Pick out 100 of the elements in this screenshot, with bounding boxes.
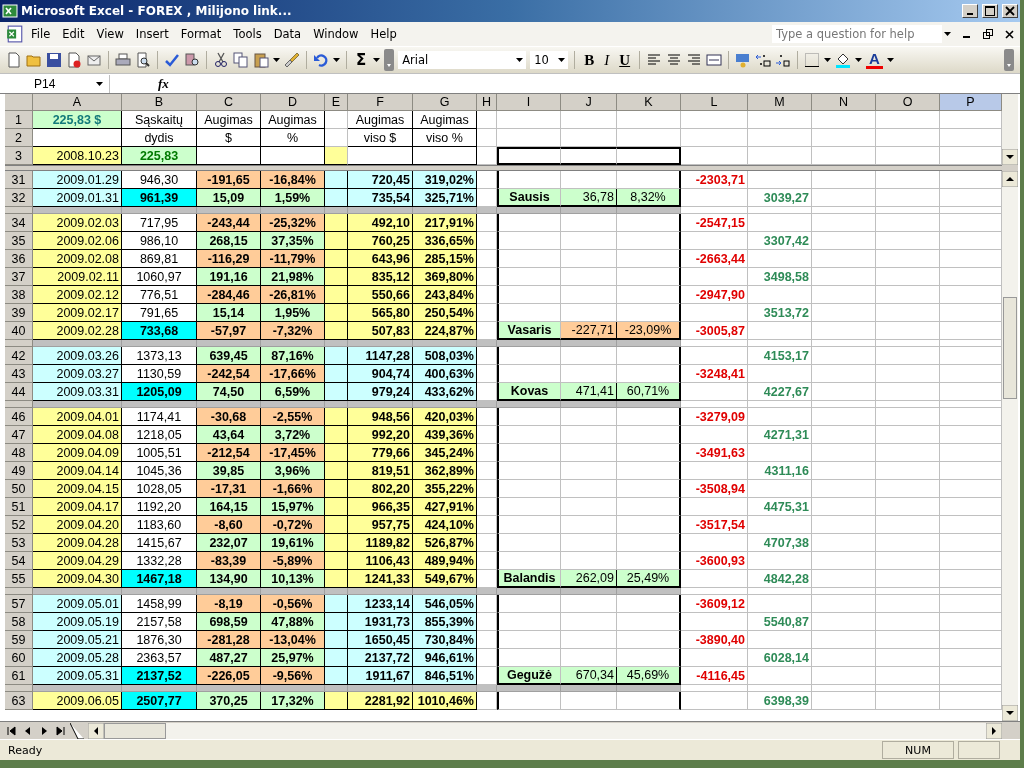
scroll-thumb[interactable] — [104, 722, 166, 739]
row-header[interactable]: 36 — [5, 250, 33, 268]
column-header[interactable]: H — [477, 94, 497, 111]
print-preview-icon[interactable] — [135, 52, 151, 68]
column-header[interactable]: A — [33, 94, 122, 111]
menu-item[interactable]: Data — [268, 25, 307, 43]
menu-item[interactable]: Tools — [228, 25, 267, 43]
column-header[interactable]: G — [413, 94, 477, 111]
document-lock-icon[interactable] — [66, 52, 82, 68]
menu-item[interactable]: Edit — [57, 25, 90, 43]
name-box[interactable]: P14 — [0, 74, 110, 93]
row-header[interactable]: 60 — [5, 649, 33, 667]
merge-center-icon[interactable] — [706, 52, 723, 68]
font-color-button[interactable]: A — [866, 51, 883, 69]
row-header[interactable]: 42 — [5, 347, 33, 365]
print-icon[interactable] — [115, 52, 131, 68]
menu-item[interactable]: View — [91, 25, 129, 43]
undo-icon[interactable] — [313, 52, 329, 68]
row-header[interactable]: 1 — [5, 111, 33, 129]
function-label[interactable]: fx — [158, 75, 169, 92]
caret-icon[interactable] — [824, 58, 832, 62]
row-header[interactable]: 35 — [5, 232, 33, 250]
align-left-icon[interactable] — [646, 52, 663, 68]
align-right-icon[interactable] — [686, 52, 703, 68]
caret-icon[interactable] — [373, 58, 381, 62]
scissors-icon[interactable] — [213, 52, 229, 68]
row-header[interactable]: 34 — [5, 214, 33, 232]
column-header[interactable]: O — [876, 94, 940, 111]
row-header[interactable]: 58 — [5, 613, 33, 631]
close-icon[interactable] — [1005, 29, 1014, 39]
column-header[interactable]: F — [348, 94, 413, 111]
close-button[interactable] — [1002, 4, 1018, 18]
caret-icon[interactable] — [855, 58, 863, 62]
row-header[interactable]: 46 — [5, 408, 33, 426]
row-header[interactable]: 51 — [5, 498, 33, 516]
vertical-scrollbar[interactable] — [1002, 171, 1018, 721]
sheet-tab[interactable] — [70, 722, 84, 739]
column-header[interactable]: E — [325, 94, 348, 111]
column-header[interactable]: L — [681, 94, 748, 111]
restore-icon[interactable] — [983, 29, 993, 39]
scroll-left-icon[interactable] — [88, 722, 104, 739]
format-button[interactable]: U — [616, 51, 634, 69]
menu-item[interactable]: File — [26, 25, 56, 43]
menu-item[interactable]: Window — [308, 25, 364, 43]
last-sheet-icon[interactable] — [54, 724, 66, 737]
maximize-button[interactable] — [982, 4, 998, 18]
column-header[interactable]: M — [748, 94, 812, 111]
row-header[interactable]: 54 — [5, 552, 33, 570]
help-search-field[interactable]: Type a question for help — [772, 25, 942, 43]
menu-item[interactable]: Help — [365, 25, 402, 43]
column-header[interactable]: C — [197, 94, 261, 111]
currency-icon[interactable] — [735, 52, 752, 68]
clipboard-icon[interactable] — [253, 52, 269, 68]
increase-decimal-icon[interactable] — [755, 52, 772, 68]
menu-item[interactable]: Insert — [130, 25, 174, 43]
scroll-right-icon[interactable] — [986, 722, 1002, 739]
menu-item[interactable]: Format — [175, 25, 227, 43]
row-header[interactable]: 59 — [5, 631, 33, 649]
scroll-up-icon[interactable] — [1002, 171, 1018, 187]
spelling-check-icon[interactable] — [164, 52, 180, 68]
column-header[interactable]: P — [940, 94, 1002, 111]
column-header[interactable]: K — [617, 94, 681, 111]
row-header[interactable]: 44 — [5, 383, 33, 401]
minimize-button[interactable] — [962, 4, 978, 18]
row-header[interactable]: 55 — [5, 570, 33, 588]
scroll-down-icon[interactable] — [1002, 705, 1018, 721]
row-header[interactable]: 43 — [5, 365, 33, 383]
row-header[interactable]: 48 — [5, 444, 33, 462]
fill-bucket-icon[interactable] — [835, 52, 852, 68]
caret-icon[interactable] — [516, 58, 524, 62]
autosum-button[interactable]: Σ — [353, 51, 370, 69]
new-document-icon[interactable] — [6, 52, 22, 68]
column-header[interactable]: D — [261, 94, 325, 111]
scroll-down-icon[interactable] — [1002, 149, 1018, 165]
font-size-field[interactable]: 10 — [530, 51, 569, 69]
row-header[interactable]: 49 — [5, 462, 33, 480]
row-header[interactable]: 37 — [5, 268, 33, 286]
row-header[interactable]: 57 — [5, 595, 33, 613]
caret-icon[interactable] — [333, 58, 340, 62]
decrease-decimal-icon[interactable] — [775, 52, 792, 68]
row-header[interactable]: 63 — [5, 692, 33, 710]
row-header[interactable]: 61 — [5, 667, 33, 685]
horizontal-scrollbar[interactable] — [88, 722, 1002, 739]
caret-icon[interactable] — [558, 58, 566, 62]
copy-icon[interactable] — [233, 52, 249, 68]
row-header[interactable]: 47 — [5, 426, 33, 444]
row-header[interactable]: 38 — [5, 286, 33, 304]
workbook-icon[interactable] — [6, 25, 24, 43]
caret-icon[interactable] — [886, 58, 894, 62]
column-header[interactable]: J — [561, 94, 617, 111]
first-sheet-icon[interactable] — [6, 724, 18, 737]
row-header[interactable]: 52 — [5, 516, 33, 534]
format-button[interactable]: B — [581, 51, 598, 69]
align-center-icon[interactable] — [666, 52, 683, 68]
row-header[interactable]: 32 — [5, 189, 33, 207]
row-header[interactable]: 39 — [5, 304, 33, 322]
scroll-thumb[interactable] — [1003, 297, 1017, 399]
paintbrush-icon[interactable] — [284, 52, 300, 68]
row-header[interactable]: 3 — [5, 147, 33, 165]
caret-icon[interactable] — [273, 58, 280, 62]
